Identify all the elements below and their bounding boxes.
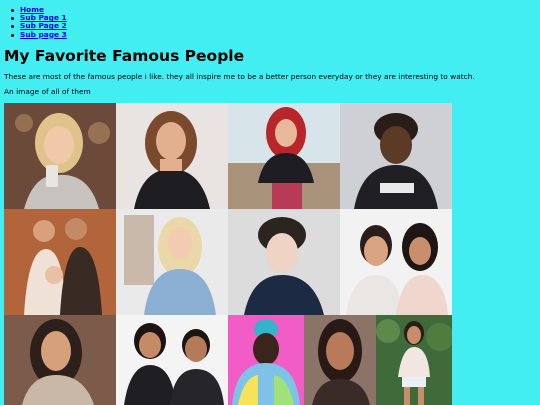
famous-people-collage — [4, 103, 452, 405]
collage-photo — [228, 209, 340, 315]
collage-photo — [4, 209, 116, 315]
intro-text: These are most of the famous people i li… — [4, 72, 475, 81]
image-caption: An image of all of them — [4, 87, 91, 96]
page-title: My Favorite Famous People — [4, 47, 245, 65]
collage-photo — [376, 315, 452, 405]
collage-photo — [116, 103, 228, 209]
collage-photo — [4, 315, 116, 405]
collage-photo — [4, 103, 116, 209]
nav-list: Home Sub Page 1 Sub Page 2 Sub page 3 — [11, 5, 67, 39]
collage-photo — [304, 315, 376, 405]
collage-photo — [228, 315, 304, 405]
collage-photo — [228, 103, 340, 209]
collage-photo — [340, 103, 452, 209]
collage-photo — [116, 315, 228, 405]
collage-photo — [116, 209, 228, 315]
collage-photo — [340, 209, 452, 315]
nav-item-sub-page-3: Sub page 3 — [11, 30, 67, 39]
nav-link-sub-page-3[interactable]: Sub page 3 — [20, 30, 67, 39]
